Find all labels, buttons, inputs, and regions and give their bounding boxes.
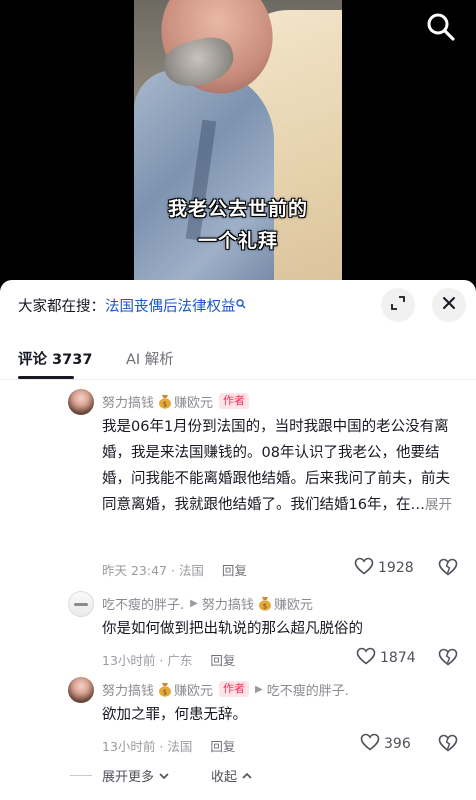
expand-more-label: 展开更多: [102, 770, 155, 785]
tab-ai-analysis[interactable]: AI 解析: [126, 348, 174, 369]
svg-text:$: $: [263, 603, 267, 611]
comment-meta: 昨天 23:47 · 法国 回复: [102, 560, 247, 579]
sheet-header: 大家都在搜：法国丧偶后法律权益: [0, 280, 476, 330]
comment-time-location: 13小时前 · 广东: [102, 653, 193, 668]
search-suggestion[interactable]: 大家都在搜：法国丧偶后法律权益: [18, 295, 246, 316]
money-bag-icon: $: [158, 681, 172, 697]
comment-time-location: 13小时前 · 法国: [102, 739, 193, 754]
comment-username[interactable]: 努力搞钱: [102, 680, 154, 699]
like-button[interactable]: 1928: [354, 557, 414, 579]
reply-button[interactable]: 回复: [210, 739, 235, 754]
comment-text: 你是如何做到把出轨说的那么超凡脱俗的: [102, 621, 363, 637]
tab-comments[interactable]: 评论 3737: [18, 348, 92, 369]
expand-comment-link[interactable]: 展开: [425, 497, 452, 513]
expand-more-button[interactable]: 展开更多: [102, 766, 170, 785]
dislike-button[interactable]: [438, 648, 458, 670]
dislike-icon: [438, 734, 458, 756]
comment-username-suffix[interactable]: 赚欧元: [174, 680, 213, 699]
dislike-button[interactable]: [438, 558, 458, 580]
replies-divider: [70, 775, 92, 776]
close-icon: [441, 295, 457, 315]
money-bag-icon: $: [258, 595, 272, 611]
avatar[interactable]: [68, 389, 94, 415]
comment-time-location: 昨天 23:47 · 法国: [102, 563, 204, 578]
comment-author-row: 努力搞钱 $ 赚欧元 作者 ▶ 吃不瘦的胖子.: [102, 680, 349, 699]
comment-username[interactable]: 吃不瘦的胖子.: [102, 594, 184, 613]
expand-icon: [390, 295, 406, 315]
expand-button[interactable]: [381, 288, 415, 322]
close-button[interactable]: [432, 288, 466, 322]
author-badge: 作者: [219, 393, 250, 409]
author-badge: 作者: [219, 681, 250, 697]
comment-text: 欲加之罪，何患无辞。: [102, 707, 247, 723]
comment-author-row: 吃不瘦的胖子. ▶ 努力搞钱 $ 赚欧元: [102, 594, 313, 613]
reply-button[interactable]: 回复: [210, 653, 235, 668]
like-button[interactable]: 1874: [356, 647, 416, 669]
search-icon: [235, 297, 246, 309]
video-caption-line-1: 我老公去世前的: [167, 198, 308, 220]
comment-meta: 13小时前 · 法国 回复: [102, 736, 235, 755]
comment-username-suffix[interactable]: 赚欧元: [174, 392, 213, 411]
video-player[interactable]: 我老公去世前的 一个礼拜: [0, 0, 476, 290]
search-suggestion-link[interactable]: 法国丧偶后法律权益: [105, 299, 236, 315]
search-suggestion-prefix: 大家都在搜：: [18, 299, 105, 315]
comment-tabs: 评论 3737 AI 解析: [0, 340, 476, 380]
tab-active-indicator: [18, 376, 74, 379]
collapse-button[interactable]: 收起: [211, 766, 253, 785]
dislike-button[interactable]: [438, 734, 458, 756]
video-caption-line-2: 一个礼拜: [197, 230, 278, 252]
search-icon[interactable]: [426, 12, 456, 42]
like-button[interactable]: 396: [360, 733, 411, 755]
reply-to-username[interactable]: 努力搞钱: [202, 594, 254, 613]
like-count: 1928: [378, 560, 414, 576]
money-bag-icon: $: [158, 393, 172, 409]
reply-to-username[interactable]: 吃不瘦的胖子.: [267, 680, 349, 699]
comment-meta: 13小时前 · 广东 回复: [102, 650, 235, 669]
comment-text: 我是06年1月份到法国的，当时我跟中国的老公没有离婚，我是来法国赚钱的。08年认…: [102, 414, 462, 518]
svg-text:$: $: [163, 401, 167, 409]
dislike-icon: [438, 648, 458, 670]
like-count: 1874: [380, 650, 416, 666]
reply-arrow-icon: ▶: [190, 597, 198, 609]
avatar[interactable]: [68, 677, 94, 703]
heart-icon: [360, 733, 384, 755]
comment-text-content: 我是06年1月份到法国的，当时我跟中国的老公没有离婚，我是来法国赚钱的。08年认…: [102, 419, 450, 513]
like-count: 396: [384, 736, 411, 752]
collapse-label: 收起: [211, 770, 238, 785]
reply-to-username-suffix[interactable]: 赚欧元: [274, 594, 313, 613]
chevron-up-icon: [241, 770, 253, 785]
reply-arrow-icon: ▶: [255, 683, 263, 695]
svg-text:$: $: [163, 689, 167, 697]
heart-icon: [356, 647, 380, 669]
comment-username[interactable]: 努力搞钱: [102, 392, 154, 411]
dislike-icon: [438, 558, 458, 580]
reply-button[interactable]: 回复: [222, 563, 247, 578]
comment-sheet: 大家都在搜：法国丧偶后法律权益 评论 3737 AI 解析 努力搞钱 $ 赚欧元…: [0, 280, 476, 800]
avatar[interactable]: [68, 591, 94, 617]
chevron-down-icon: [158, 770, 170, 785]
comment-author-row: 努力搞钱 $ 赚欧元 作者: [102, 392, 250, 411]
heart-icon: [354, 557, 378, 579]
